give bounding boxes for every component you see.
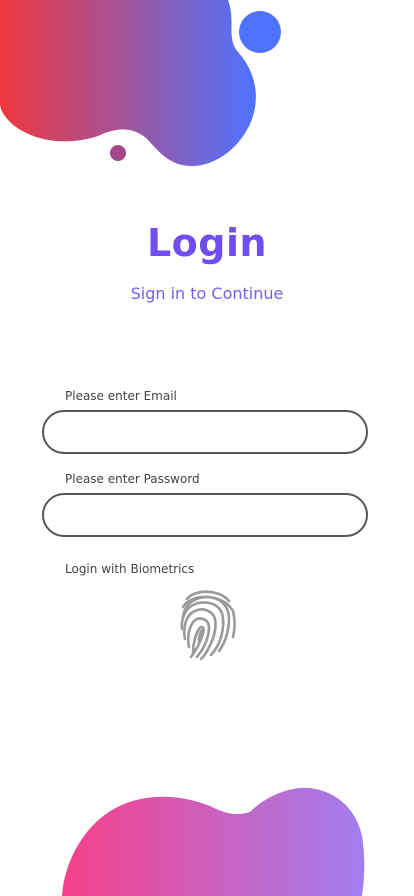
decor-dot-blue [239,11,281,53]
decor-dot-purple [110,145,126,161]
biometrics-label: Login with Biometrics [65,562,195,576]
email-field[interactable] [42,410,368,454]
password-field[interactable] [42,493,368,537]
page-subtitle: Sign in to Continue [130,284,284,303]
top-decorative-blob [0,0,281,166]
password-label: Please enter Password [65,472,200,486]
email-label: Please enter Email [65,389,177,403]
page-title: Login [146,221,268,265]
bottom-decorative-blob [62,787,365,896]
fingerprint-icon[interactable] [177,585,237,661]
